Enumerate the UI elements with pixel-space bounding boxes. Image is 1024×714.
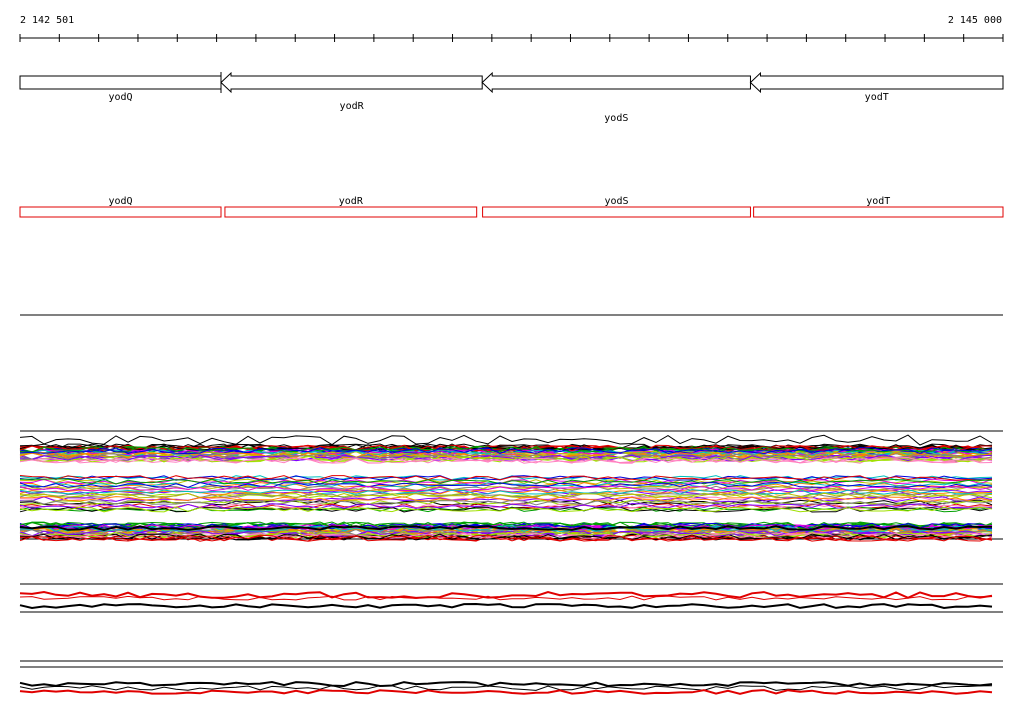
- gene-label: yodQ: [108, 92, 132, 103]
- profile-line: [19, 434, 993, 446]
- gene-arrow: [749, 71, 1004, 94]
- gene-label: yodR: [340, 101, 365, 112]
- annotation-box: [753, 206, 1004, 218]
- expression-profile-tracks: [19, 430, 1003, 695]
- annotation-label: yodR: [339, 196, 364, 207]
- gene-label: yodS: [604, 113, 628, 124]
- profile-line: [19, 680, 993, 688]
- gene-label: yodT: [865, 92, 889, 103]
- annotation-box: [224, 206, 478, 218]
- annotation-label: yodQ: [108, 196, 132, 207]
- gene-arrow: [19, 75, 222, 90]
- position-ruler: 2 142 501 2 145 000: [19, 15, 1004, 42]
- profile-line: [19, 602, 993, 610]
- profile-line: [19, 685, 993, 692]
- ruler-start-label: 2 142 501: [20, 15, 74, 26]
- ruler-end-label: 2 145 000: [948, 15, 1002, 26]
- gene-arrow: [481, 71, 751, 94]
- annotation-box-track: yodQ yodR yodS yodT: [19, 196, 1004, 218]
- annotation-label: yodS: [604, 196, 628, 207]
- profile-line: [19, 689, 993, 695]
- annotation-box: [19, 206, 222, 218]
- annotation-box: [482, 206, 751, 218]
- gene-arrow: [220, 71, 483, 94]
- genome-browser-view: 2 142 501 2 145 000 yodQ yodR yodS yodT yod…: [19, 15, 1004, 695]
- annotation-label: yodT: [866, 196, 890, 207]
- gene-arrow-track: yodQ yodR yodS yodT: [19, 71, 1004, 124]
